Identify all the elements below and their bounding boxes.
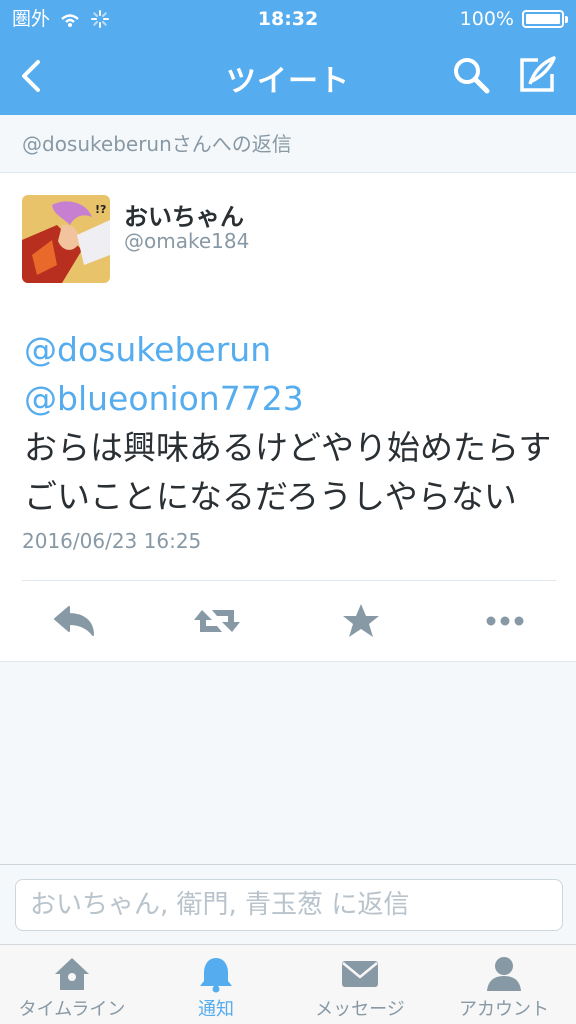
reply-context-text: @dosukeberunさんへの返信 xyxy=(22,132,292,156)
tweet-actions xyxy=(0,581,576,661)
search-icon[interactable] xyxy=(450,54,492,96)
battery-icon xyxy=(522,10,568,28)
display-name[interactable]: おいちゃん xyxy=(124,197,244,232)
mention-link[interactable]: @blueonion7723 xyxy=(24,379,304,418)
tab-timeline[interactable]: タイムライン xyxy=(0,945,144,1024)
compose-icon[interactable] xyxy=(516,54,558,96)
tab-notifications[interactable]: 通知 xyxy=(144,945,288,1024)
reply-context-bar: @dosukeberunさんへの返信 xyxy=(0,115,576,173)
avatar[interactable]: !? xyxy=(22,195,110,283)
bell-icon xyxy=(200,958,232,993)
tab-label: タイムライン xyxy=(18,999,126,1020)
tweet-detail: !? おいちゃん @omake184 @dosukeberun @blueoni… xyxy=(0,173,576,661)
more-icon[interactable] xyxy=(480,601,530,641)
reply-icon[interactable] xyxy=(49,601,99,641)
user-handle[interactable]: @omake184 xyxy=(124,229,249,253)
status-bar: 圏外 18:32 100% xyxy=(0,0,576,38)
reply-compose-bar xyxy=(0,864,576,944)
svg-text:!?: !? xyxy=(95,203,106,216)
tab-label: メッセージ xyxy=(315,999,405,1020)
empty-area xyxy=(0,661,576,864)
tweet-text: @dosukeberun @blueonion7723 おらは興味あるけどやり始… xyxy=(24,325,554,521)
battery-percent: 100% xyxy=(459,8,514,30)
person-icon xyxy=(487,957,521,991)
tab-label: 通知 xyxy=(198,999,234,1020)
tab-messages[interactable]: メッセージ xyxy=(288,945,432,1024)
home-icon xyxy=(55,958,89,990)
tweet-body-text: おらは興味あるけどやり始めたらすごいことになるだろうしやらない xyxy=(24,428,552,516)
tab-label: アカウント xyxy=(459,999,549,1020)
reply-input[interactable] xyxy=(15,879,563,931)
tab-account[interactable]: アカウント xyxy=(432,945,576,1024)
envelope-icon xyxy=(342,961,378,987)
navigation-bar: ツイート xyxy=(0,38,576,115)
retweet-icon[interactable] xyxy=(192,601,242,641)
mention-link[interactable]: @dosukeberun xyxy=(24,330,271,369)
top-bar: 圏外 18:32 100% ツイート xyxy=(0,0,576,115)
tweet-timestamp: 2016/06/23 16:25 xyxy=(22,529,202,553)
favorite-icon[interactable] xyxy=(336,601,386,641)
tab-bar: タイムライン 通知 メッセージ アカウント xyxy=(0,944,576,1024)
